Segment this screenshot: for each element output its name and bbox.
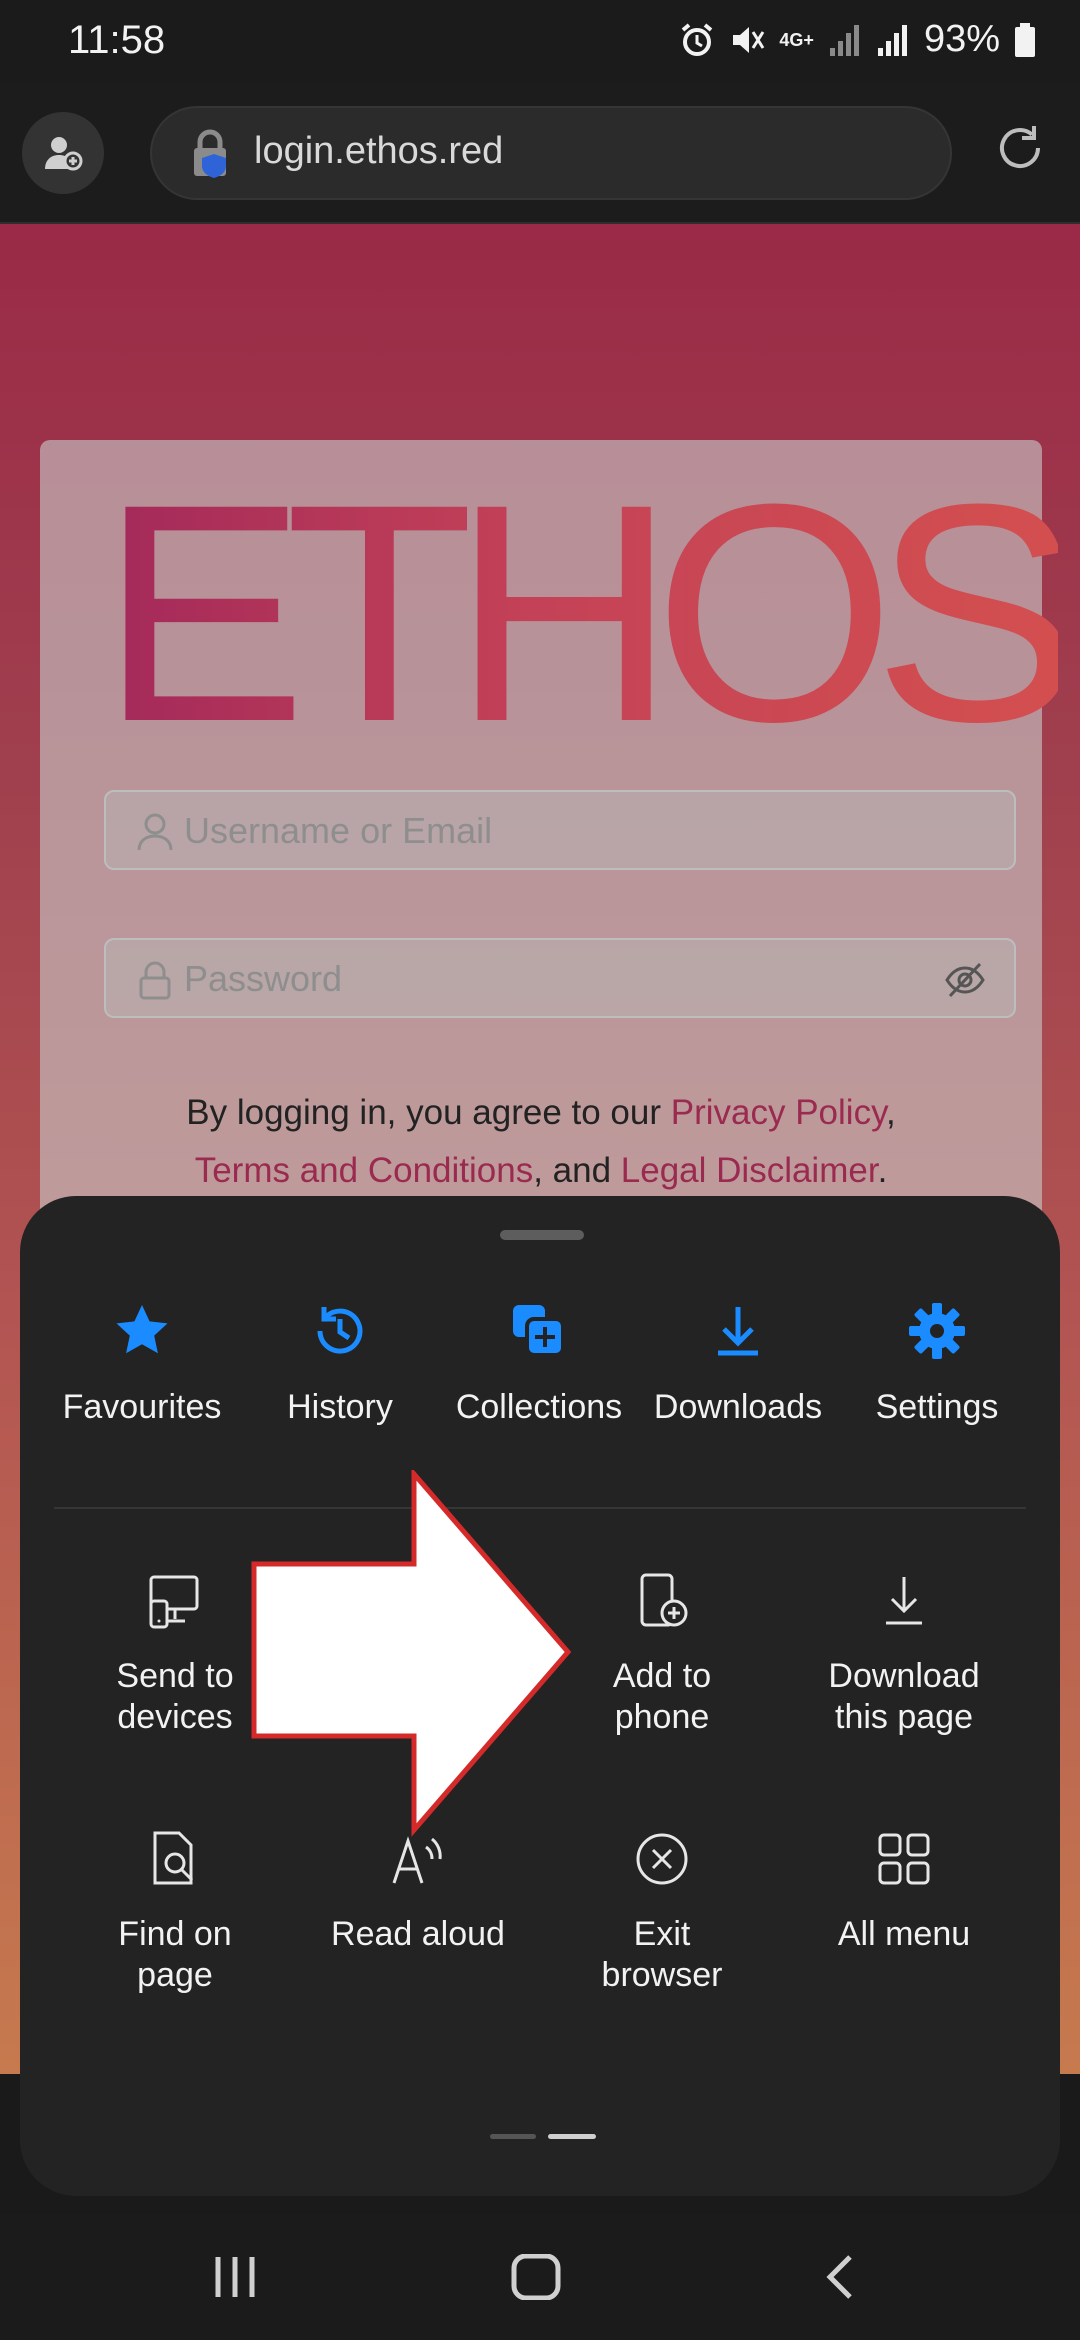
alarm-icon [682, 22, 713, 56]
star-icon [116, 1305, 168, 1354]
find-on-page-icon [153, 1831, 194, 1885]
add-to-phone-icon [640, 1573, 688, 1627]
username-placeholder: Username or Email [184, 810, 493, 851]
exit-icon [636, 1833, 688, 1885]
recent-apps-icon[interactable] [212, 2254, 258, 2300]
page-indicator-1 [490, 2134, 536, 2139]
system-nav-bar [0, 2214, 1080, 2340]
history-icon [317, 1307, 363, 1354]
signal-icon-2 [877, 24, 907, 56]
download-this-page-button[interactable]: Download this page [789, 1566, 1019, 1738]
password-placeholder: Password [184, 958, 343, 999]
battery-percent: 93% [923, 18, 1000, 60]
exit-browser-button[interactable]: Exit browser [547, 1824, 777, 1996]
status-icons: 4G+ 93% [679, 18, 1036, 61]
privacy-policy-link[interactable]: Privacy Policy [671, 1093, 886, 1132]
terms-link[interactable]: Terms and Conditions [195, 1151, 534, 1190]
username-field[interactable]: Username or Email [104, 790, 1016, 870]
back-icon[interactable] [822, 2254, 858, 2300]
download-page-icon [886, 1577, 922, 1625]
battery-icon [1015, 22, 1035, 57]
pointer-arrow-annotation [251, 1470, 572, 1837]
sheet-handle[interactable] [500, 1230, 584, 1240]
user-icon [137, 813, 173, 851]
settings-button[interactable]: Settings [837, 1296, 1037, 1427]
lock-icon [194, 129, 226, 178]
add-to-phone-button[interactable]: Add to phone [547, 1566, 777, 1738]
downloads-button[interactable]: Downloads [638, 1296, 838, 1427]
history-button[interactable]: History [240, 1296, 440, 1427]
collections-icon [513, 1305, 565, 1357]
all-menu-icon [878, 1833, 930, 1885]
favourites-button[interactable]: Favourites [42, 1296, 242, 1427]
download-icon [718, 1307, 758, 1356]
gear-icon [909, 1303, 965, 1359]
home-icon[interactable] [510, 2254, 562, 2300]
network-type: 4G+ [779, 29, 814, 50]
send-to-devices-icon [149, 1575, 199, 1629]
status-time: 11:58 [68, 18, 166, 62]
mute-icon [733, 26, 765, 53]
profile-button[interactable] [22, 112, 104, 194]
status-bar: 11:58 4G+ 93% [0, 0, 1080, 82]
ethos-logo: ETHOS [100, 439, 1080, 786]
signal-icon-1 [829, 24, 859, 56]
collections-button[interactable]: Collections [439, 1296, 639, 1427]
all-menu-button[interactable]: All menu [789, 1824, 1019, 1955]
agreement-text: By logging in, you agree to our Privacy … [186, 1093, 896, 1190]
add-profile-icon [45, 137, 83, 171]
lock-field-icon [139, 961, 171, 1000]
hide-password-icon[interactable] [944, 960, 986, 1000]
page-indicator-2 [548, 2134, 596, 2139]
read-aloud-button[interactable]: Read aloud [303, 1824, 533, 1955]
url-text: login.ethos.red [254, 130, 504, 172]
password-field[interactable]: Password [104, 938, 1016, 1018]
legal-disclaimer-link[interactable]: Legal Disclaimer [621, 1151, 878, 1190]
find-on-page-button[interactable]: Find on page [60, 1824, 290, 1996]
browser-toolbar: login.ethos.red [0, 82, 1080, 224]
refresh-icon[interactable] [994, 122, 1046, 174]
address-bar[interactable]: login.ethos.red [150, 106, 952, 200]
